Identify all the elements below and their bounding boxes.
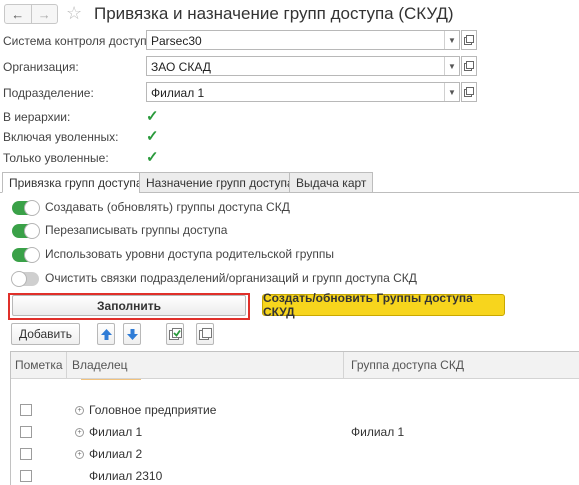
open-department-button[interactable] bbox=[461, 82, 477, 102]
column-mark[interactable]: Пометка bbox=[15, 358, 63, 372]
access-system-field[interactable]: Parsec30 ▼ bbox=[146, 30, 460, 50]
tab-card-issue[interactable]: Выдача карт bbox=[289, 172, 374, 193]
column-access-group[interactable]: Группа доступа СКД bbox=[351, 358, 464, 372]
including-dismissed-label: Включая уволенных: bbox=[3, 130, 119, 144]
arrow-right-icon: → bbox=[37, 6, 51, 22]
toggle-overwrite-groups[interactable] bbox=[12, 223, 40, 239]
tab-access-assignment[interactable]: Назначение групп доступа bbox=[139, 172, 301, 193]
expand-icon[interactable]: + bbox=[75, 428, 84, 437]
forward-button[interactable]: → bbox=[30, 5, 58, 23]
open-icon bbox=[464, 87, 474, 97]
toggle-create-groups[interactable] bbox=[12, 200, 40, 216]
row-access-group: Филиал 1 bbox=[351, 425, 405, 439]
fill-button[interactable]: Заполнить bbox=[12, 295, 246, 316]
toggle-overwrite-groups-label: Перезаписывать группы доступа bbox=[45, 223, 228, 237]
expand-icon[interactable]: + bbox=[75, 406, 84, 415]
arrow-down-icon bbox=[126, 328, 138, 340]
chevron-down-icon[interactable]: ▼ bbox=[444, 83, 459, 101]
department-value: Филиал 1 bbox=[151, 86, 205, 100]
arrow-up-icon bbox=[100, 328, 112, 340]
table-header: Пометка Владелец Группа доступа СКД bbox=[11, 352, 579, 379]
add-button[interactable]: Добавить bbox=[11, 323, 80, 345]
department-field[interactable]: Филиал 1 ▼ bbox=[146, 82, 460, 102]
department-label: Подразделение: bbox=[3, 86, 94, 100]
row-owner: Филиал 2310 bbox=[89, 469, 163, 483]
toggle-parent-levels-label: Использовать уровни доступа родительской… bbox=[45, 247, 334, 261]
chevron-down-icon[interactable]: ▼ bbox=[444, 57, 459, 75]
create-update-groups-button[interactable]: Создать/обновить Группы доступа СКУД bbox=[262, 291, 505, 319]
chevron-down-icon[interactable]: ▼ bbox=[444, 31, 459, 49]
row-owner: Филиал 2 bbox=[89, 447, 143, 461]
star-icon[interactable]: ☆ bbox=[66, 3, 82, 23]
access-system-value: Parsec30 bbox=[151, 34, 202, 48]
history-nav: ← → bbox=[4, 4, 58, 24]
move-up-button[interactable] bbox=[97, 323, 115, 345]
page-title: Привязка и назначение групп доступа (СКУ… bbox=[94, 4, 454, 23]
in-hierarchy-checkbox[interactable]: ✓ bbox=[146, 109, 160, 124]
column-owner[interactable]: Владелец bbox=[72, 358, 128, 372]
including-dismissed-checkbox[interactable]: ✓ bbox=[146, 129, 160, 144]
row-checkbox[interactable] bbox=[20, 470, 32, 482]
uncheck-all-button[interactable] bbox=[196, 323, 214, 345]
row-checkbox[interactable] bbox=[20, 404, 32, 416]
row-checkbox[interactable] bbox=[20, 448, 32, 460]
open-access-system-button[interactable] bbox=[461, 30, 477, 50]
row-owner: Филиал 1 bbox=[89, 425, 143, 439]
arrow-left-icon: ← bbox=[11, 6, 25, 22]
tab-access-binding[interactable]: Привязка групп доступа bbox=[2, 172, 150, 193]
organization-field[interactable]: ЗАО СКАД ▼ bbox=[146, 56, 460, 76]
row-checkbox[interactable] bbox=[20, 426, 32, 438]
open-organization-button[interactable] bbox=[461, 56, 477, 76]
row-owner: Головное предприятие bbox=[89, 403, 217, 417]
access-groups-table: Пометка Владелец Группа доступа СКД + Го… bbox=[10, 351, 579, 485]
open-icon bbox=[464, 61, 474, 71]
only-dismissed-checkbox[interactable]: ✓ bbox=[146, 150, 160, 165]
current-row-marker bbox=[81, 379, 141, 380]
check-all-button[interactable] bbox=[166, 323, 184, 345]
back-button[interactable]: ← bbox=[5, 5, 31, 23]
access-system-label: Система контроля доступа: bbox=[3, 34, 157, 48]
uncheck-all-icon bbox=[198, 327, 212, 340]
in-hierarchy-label: В иерархии: bbox=[3, 110, 71, 124]
open-icon bbox=[464, 35, 474, 45]
organization-label: Организация: bbox=[3, 60, 79, 74]
organization-value: ЗАО СКАД bbox=[151, 60, 211, 74]
check-all-icon bbox=[168, 327, 182, 340]
toggle-clear-links[interactable] bbox=[11, 271, 39, 287]
expand-icon[interactable]: + bbox=[75, 450, 84, 459]
only-dismissed-label: Только уволенные: bbox=[3, 151, 109, 165]
toggle-clear-links-label: Очистить связки подразделений/организаци… bbox=[45, 271, 417, 285]
move-down-button[interactable] bbox=[123, 323, 141, 345]
toggle-parent-levels[interactable] bbox=[12, 247, 40, 263]
toggle-create-groups-label: Создавать (обновлять) группы доступа СКД bbox=[45, 200, 290, 214]
